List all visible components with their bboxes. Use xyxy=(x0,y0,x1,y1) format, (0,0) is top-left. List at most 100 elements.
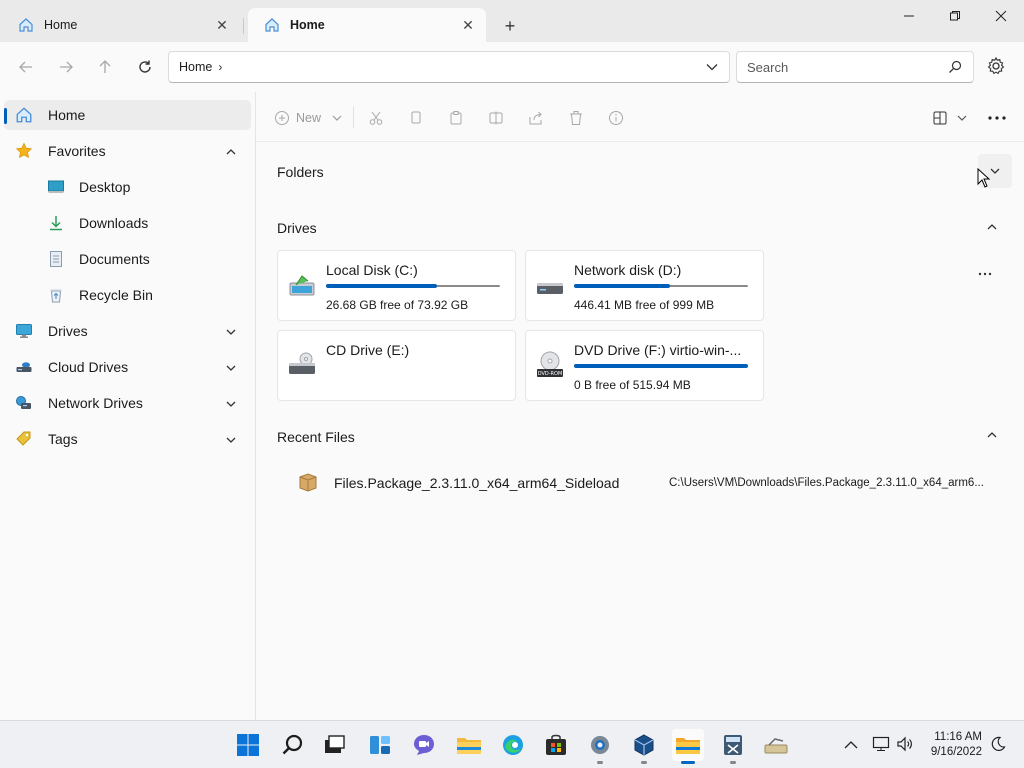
chat-button[interactable] xyxy=(408,729,440,761)
network-status-icon[interactable] xyxy=(872,735,890,756)
tab-home-inactive[interactable]: Home ✕ xyxy=(2,8,240,42)
properties-button[interactable] xyxy=(608,108,624,128)
close-icon xyxy=(995,10,1007,22)
sidebar-item-cloud-drives[interactable]: Cloud Drives xyxy=(4,352,251,382)
edge-button[interactable] xyxy=(497,729,529,761)
file-explorer-icon xyxy=(457,738,481,754)
recent-file-row[interactable]: Files.Package_2.3.11.0_x64_arm64_Sideloa… xyxy=(277,466,997,500)
back-button[interactable] xyxy=(12,54,40,80)
recent-files-section-title[interactable]: Recent Files xyxy=(277,429,355,445)
refresh-button[interactable] xyxy=(131,54,159,80)
recycle-bin-icon xyxy=(46,285,66,305)
volume-icon[interactable] xyxy=(896,735,914,756)
paste-button[interactable] xyxy=(448,108,464,128)
sidebar-item-label: Desktop xyxy=(79,179,131,195)
mouse-cursor-icon xyxy=(977,167,991,191)
chevron-down-icon[interactable] xyxy=(225,433,237,449)
search-input[interactable] xyxy=(736,51,974,83)
sidebar-item-downloads[interactable]: Downloads xyxy=(4,208,251,238)
share-button[interactable] xyxy=(528,108,544,128)
sidebar-item-label: Home xyxy=(48,107,86,123)
sidebar-item-favorites[interactable]: Favorites xyxy=(4,136,251,166)
svg-text:DVD-ROM: DVD-ROM xyxy=(538,371,563,377)
notification-moon-icon[interactable] xyxy=(990,736,1006,755)
drives-more-icon[interactable] xyxy=(978,264,992,279)
file-explorer-button[interactable] xyxy=(453,729,485,761)
layout-button[interactable] xyxy=(932,108,968,128)
paste-icon xyxy=(450,111,462,125)
start-button[interactable] xyxy=(232,729,264,761)
toolbar-divider xyxy=(353,106,354,128)
store-button[interactable] xyxy=(540,729,572,761)
folders-section-title[interactable]: Folders xyxy=(277,164,324,180)
copy-button[interactable] xyxy=(408,108,424,128)
calculator-button[interactable] xyxy=(717,729,749,764)
drive-name: CD Drive (E:) xyxy=(326,342,410,358)
drives-section-title[interactable]: Drives xyxy=(277,220,317,236)
settings-app-button[interactable] xyxy=(584,729,616,764)
show-hidden-icons-icon[interactable] xyxy=(844,738,858,753)
drive-card-f[interactable]: DVD-ROM DVD Drive (F:) virtio-win-... 0 … xyxy=(525,330,764,401)
forward-button[interactable] xyxy=(52,54,80,80)
trash-icon xyxy=(570,111,582,125)
settings-button[interactable] xyxy=(986,56,1008,78)
navigation-bar: Home › xyxy=(0,42,1024,92)
drive-usage-fill xyxy=(326,284,438,288)
back-arrow-icon xyxy=(19,61,32,73)
drive-name: DVD Drive (F:) virtio-win-... xyxy=(574,342,742,358)
taskbar-search-button[interactable] xyxy=(277,729,309,761)
chevron-up-icon[interactable] xyxy=(986,429,998,444)
drive-usage-bar xyxy=(574,364,748,368)
sidebar-item-label: Network Drives xyxy=(48,395,143,411)
chevron-down-icon[interactable] xyxy=(225,325,237,341)
close-window-button[interactable] xyxy=(978,0,1024,32)
more-options-button[interactable] xyxy=(988,108,1006,128)
breadcrumb-home[interactable]: Home xyxy=(179,60,212,74)
drive-usage-bar xyxy=(326,284,500,288)
up-button[interactable] xyxy=(91,54,119,80)
virtualbox-button[interactable] xyxy=(628,729,660,764)
maximize-button[interactable] xyxy=(932,0,978,32)
drive-app-button[interactable] xyxy=(760,729,792,761)
sidebar-item-label: Tags xyxy=(48,431,78,447)
rename-button[interactable] xyxy=(488,108,504,128)
system-clock[interactable]: 11:16 AM 9/16/2022 xyxy=(926,730,982,760)
tab-home-active[interactable]: Home ✕ xyxy=(248,8,486,42)
breadcrumb-separator[interactable]: › xyxy=(218,60,222,74)
sidebar-item-label: Favorites xyxy=(48,143,106,159)
sidebar-item-network-drives[interactable]: Network Drives xyxy=(4,388,251,418)
forward-arrow-icon xyxy=(60,61,73,73)
chevron-up-icon[interactable] xyxy=(986,221,998,236)
delete-button[interactable] xyxy=(568,108,584,128)
search-icon[interactable] xyxy=(948,60,962,77)
layout-icon xyxy=(933,111,947,125)
drive-card-e[interactable]: CD Drive (E:) xyxy=(277,330,516,401)
minimize-button[interactable] xyxy=(886,0,932,32)
chat-icon xyxy=(414,735,434,755)
document-icon xyxy=(46,249,66,269)
new-tab-button[interactable]: + xyxy=(498,14,522,38)
cut-button[interactable] xyxy=(368,108,384,128)
sidebar-item-recycle-bin[interactable]: Recycle Bin xyxy=(4,280,251,310)
refresh-icon xyxy=(139,60,151,73)
sidebar-item-documents[interactable]: Documents xyxy=(4,244,251,274)
sidebar-item-tags[interactable]: Tags xyxy=(4,424,251,454)
chevron-down-icon[interactable] xyxy=(225,361,237,377)
drive-card-d[interactable]: Network disk (D:) 446.41 MB free of 999 … xyxy=(525,250,764,321)
widgets-button[interactable] xyxy=(364,729,396,761)
files-app-button[interactable] xyxy=(672,729,704,764)
sidebar-item-desktop[interactable]: Desktop xyxy=(4,172,251,202)
close-tab-icon[interactable]: ✕ xyxy=(214,17,230,33)
close-tab-icon[interactable]: ✕ xyxy=(460,17,476,33)
address-bar[interactable]: Home › xyxy=(168,51,730,83)
sidebar-item-drives[interactable]: Drives xyxy=(4,316,251,346)
chevron-down-icon[interactable] xyxy=(705,60,719,77)
chevron-up-icon[interactable] xyxy=(225,145,237,161)
new-button[interactable]: New xyxy=(274,108,343,128)
sidebar-item-home[interactable]: Home xyxy=(4,100,251,130)
drive-card-c[interactable]: Local Disk (C:) 26.68 GB free of 73.92 G… xyxy=(277,250,516,321)
task-view-button[interactable] xyxy=(318,729,350,761)
home-icon xyxy=(14,105,34,125)
drive-free-space: 26.68 GB free of 73.92 GB xyxy=(326,298,469,312)
chevron-down-icon[interactable] xyxy=(225,397,237,413)
